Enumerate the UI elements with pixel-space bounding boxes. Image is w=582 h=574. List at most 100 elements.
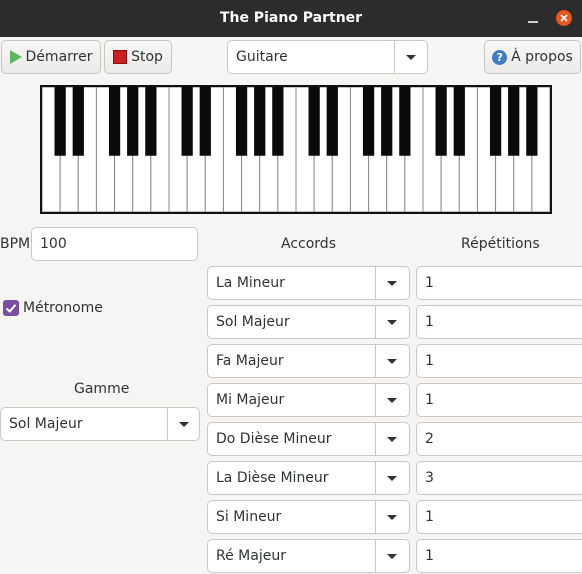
piano-keyboard[interactable] [40,85,552,214]
black-key[interactable] [381,87,393,156]
combo-separator [375,540,376,572]
stop-button[interactable]: Stop [104,40,172,74]
repetitions-input[interactable] [417,345,582,377]
black-key[interactable] [127,87,139,156]
metronome-label: Métronome [23,300,103,316]
black-key[interactable] [108,87,121,156]
chord-value: Fa Majeur [216,353,284,369]
chord-value: La Mineur [216,275,285,291]
chord-select[interactable]: Ré Majeur [207,539,410,573]
bpm-input[interactable] [32,228,197,260]
close-button[interactable] [556,10,572,26]
black-key[interactable] [72,87,84,156]
combo-separator [375,501,376,533]
start-label: Démarrer [25,49,93,65]
black-key[interactable] [326,87,338,156]
bpm-field[interactable] [31,227,198,261]
about-button[interactable]: ? À propos [484,40,581,74]
combo-separator [167,408,168,440]
chevron-down-icon [387,398,397,403]
repetitions-input[interactable] [417,462,582,494]
repetitions-field[interactable] [416,383,582,417]
stop-icon [113,50,128,64]
scale-value: Sol Majeur [9,416,83,432]
repetitions-input[interactable] [417,501,582,533]
repetitions-field[interactable] [416,266,582,300]
repetitions-input[interactable] [417,384,582,416]
repetitions-input[interactable] [417,540,582,572]
repetitions-field[interactable] [416,461,582,495]
about-label: À propos [511,49,573,65]
chord-value: La Dièse Mineur [216,470,329,486]
instrument-select[interactable]: Guitare [227,40,428,74]
repetitions-input[interactable] [417,267,582,299]
repetitions-field[interactable] [416,305,582,339]
black-key[interactable] [362,87,375,156]
chevron-down-icon [387,437,397,442]
chevron-down-icon [387,320,397,325]
chord-select[interactable]: Si Mineur [207,500,410,534]
chord-select[interactable]: Sol Majeur [207,305,410,339]
chord-value: Si Mineur [216,509,282,525]
chevron-down-icon [387,515,397,520]
black-key[interactable] [254,87,266,156]
black-key[interactable] [526,87,538,156]
black-key[interactable] [145,87,157,156]
black-key[interactable] [435,87,447,156]
combo-separator [375,384,376,416]
title-bar: The Piano Partner [0,0,582,37]
black-key[interactable] [399,87,411,156]
chord-select[interactable]: Do Dièse Mineur [207,422,410,456]
minimize-button[interactable] [525,10,541,26]
scale-label: Gamme [74,381,130,397]
instrument-value: Guitare [236,49,288,65]
repetitions-field[interactable] [416,539,582,573]
repetitions-input[interactable] [417,423,582,455]
combo-separator [375,462,376,494]
black-key[interactable] [272,87,284,156]
chevron-down-icon [387,359,397,364]
chevron-down-icon [406,55,416,60]
window-title: The Piano Partner [219,10,363,26]
start-button[interactable]: Démarrer [1,40,101,74]
close-icon [560,14,568,22]
black-key[interactable] [308,87,320,156]
chord-select[interactable]: Fa Majeur [207,344,410,378]
repetitions-field[interactable] [416,500,582,534]
combo-separator [375,306,376,338]
chords-header: Accords [281,236,336,252]
black-key[interactable] [453,87,465,156]
chord-value: Mi Majeur [216,392,285,408]
stop-label: Stop [131,49,163,65]
bpm-label: BPM [0,236,31,252]
checkmark-icon [5,304,17,313]
chevron-down-icon [387,281,397,286]
repetitions-field[interactable] [416,344,582,378]
black-key[interactable] [199,87,211,156]
black-key[interactable] [54,87,66,156]
chevron-down-icon [387,476,397,481]
combo-separator [394,41,395,73]
chevron-down-icon [387,554,397,559]
chord-select[interactable]: La Mineur [207,266,410,300]
metronome-checkbox[interactable] [3,300,19,316]
repetitions-header: Répétitions [461,236,540,252]
chord-select[interactable]: Mi Majeur [207,383,410,417]
chord-value: Do Dièse Mineur [216,431,332,447]
chevron-down-icon [179,422,189,427]
chord-select[interactable]: La Dièse Mineur [207,461,410,495]
repetitions-input[interactable] [417,306,582,338]
scale-select[interactable]: Sol Majeur [0,407,200,441]
chord-value: Ré Majeur [216,548,286,564]
repetitions-field[interactable] [416,422,582,456]
play-icon [9,50,22,64]
help-icon: ? [492,49,508,65]
chord-value: Sol Majeur [216,314,290,330]
black-key[interactable] [508,87,520,156]
combo-separator [375,345,376,377]
combo-separator [375,423,376,455]
black-key[interactable] [489,87,502,156]
combo-separator [375,267,376,299]
black-key[interactable] [181,87,193,156]
black-key[interactable] [235,87,248,156]
